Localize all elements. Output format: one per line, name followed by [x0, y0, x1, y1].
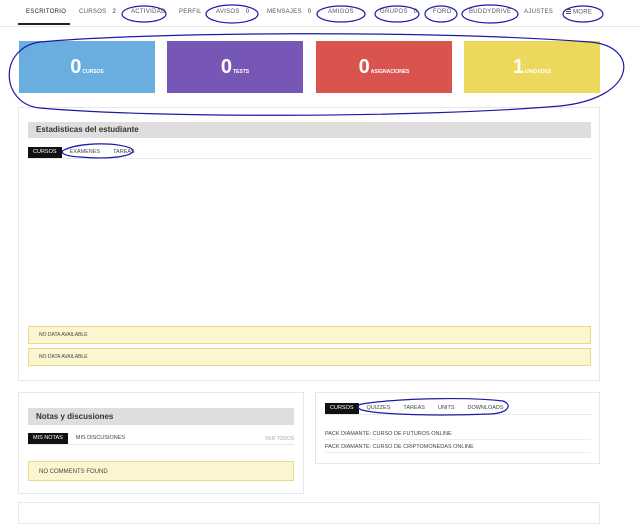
no-data-notice: No data available	[28, 348, 591, 366]
stat-tile-unidades[interactable]: 1 Unidades	[464, 41, 600, 93]
tab-tareas[interactable]: Tareas	[398, 403, 430, 414]
nav-count: 0	[245, 9, 250, 15]
active-tab-indicator	[18, 23, 70, 25]
nav-count: 2	[112, 9, 117, 15]
nav-label: More	[573, 9, 593, 16]
divider	[28, 158, 591, 159]
nav-item-cursos[interactable]: Cursos 2	[79, 9, 116, 15]
stat-label: Unidades	[525, 68, 552, 75]
course-list-item[interactable]: Pack Diamante: Curso de Criptomonedas On…	[325, 441, 591, 453]
nav-count: 0	[413, 9, 418, 15]
nav-item-foro[interactable]: Foro	[433, 9, 452, 15]
nav-item-grupos[interactable]: Grupos 0	[380, 9, 417, 15]
menu-icon	[566, 9, 571, 14]
tab-downloads[interactable]: Downloads	[462, 403, 508, 414]
stat-tile-asignaciones[interactable]: 0 Asignaciones	[316, 41, 452, 93]
notes-tabs: Mis notas Mis discusiones	[28, 433, 133, 444]
stat-value: 0	[220, 56, 232, 78]
nav-item-actividad[interactable]: Actividad	[131, 9, 166, 15]
nav-item-mensajes[interactable]: Mensajes 0	[267, 9, 311, 15]
notes-panel: Notas y discusiones Mis notas Mis discusi…	[18, 392, 304, 494]
tab-tareas[interactable]: Tareas	[108, 147, 140, 158]
tab-mis-discusiones[interactable]: Mis discusiones	[71, 433, 130, 444]
stat-label: Asignaciones	[370, 68, 410, 75]
panel-title: Notas y discusiones	[28, 408, 294, 425]
nav-item-more[interactable]: More	[566, 9, 592, 16]
panel-title: Estadisticas del estudiante	[28, 122, 591, 138]
nav-item-avisos[interactable]: Avisos 0	[216, 9, 249, 15]
tab-cursos[interactable]: Cursos	[325, 403, 359, 414]
tab-examenes[interactable]: Examenes	[65, 147, 106, 158]
stat-label: Cursos	[82, 68, 104, 75]
nav-label: Cursos	[79, 9, 107, 15]
nav-item-buddydrive[interactable]: BuddyDrive	[469, 9, 511, 15]
nav-label: Mensajes	[267, 9, 302, 15]
nav-label: Avisos	[216, 9, 240, 15]
view-all-link[interactable]: Ver todos	[265, 436, 294, 442]
nav-item-amigos[interactable]: Amigos	[328, 9, 354, 15]
stat-tile-tests[interactable]: 0 Tests	[167, 41, 303, 93]
tab-units[interactable]: Units	[433, 403, 460, 414]
stat-value: 0	[70, 56, 82, 78]
stats-tabs: Cursos Examenes Tareas	[28, 147, 143, 158]
tab-cursos[interactable]: Cursos	[28, 147, 62, 158]
no-comments-notice: No comments found	[28, 461, 294, 481]
top-navigation: Escritorio Cursos 2 Actividad Perfil Avis…	[0, 0, 640, 27]
course-list-item[interactable]: Pack Diamante: Curso de Futuros Online	[325, 428, 591, 440]
bottom-panel	[18, 502, 600, 524]
stat-label: Tests	[233, 68, 250, 75]
nav-count: 0	[307, 9, 312, 15]
stat-tile-cursos[interactable]: 0 Cursos	[19, 41, 155, 93]
tab-quizzes[interactable]: Quizzes	[362, 403, 396, 414]
no-data-notice: No data available	[28, 326, 591, 344]
nav-item-ajustes[interactable]: Ajustes	[524, 9, 553, 15]
student-stats-panel: Estadisticas del estudiante Cursos Examen…	[18, 107, 600, 381]
course-tabs: Cursos Quizzes Tareas Units Downloads	[325, 403, 512, 414]
stat-value: 0	[358, 56, 370, 78]
divider	[28, 444, 294, 445]
tab-mis-notas[interactable]: Mis notas	[28, 433, 68, 444]
nav-item-escritorio[interactable]: Escritorio	[26, 9, 66, 15]
nav-item-perfil[interactable]: Perfil	[179, 9, 202, 15]
divider	[325, 414, 591, 415]
stat-value: 1	[512, 56, 524, 78]
courses-panel: Cursos Quizzes Tareas Units Downloads Pack D…	[315, 392, 600, 464]
nav-label: Grupos	[380, 9, 408, 15]
